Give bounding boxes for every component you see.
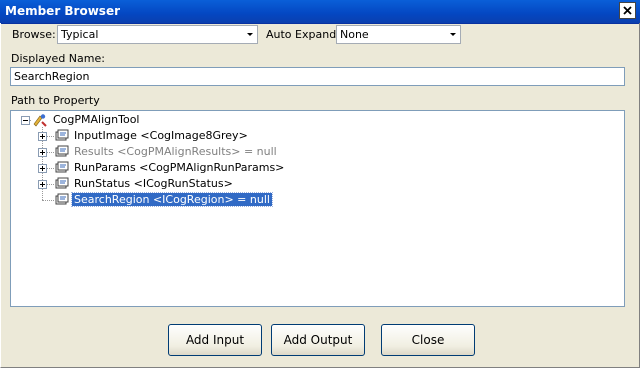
property-icon <box>55 129 69 141</box>
add-input-button[interactable]: Add Input <box>168 324 262 356</box>
window-title: Member Browser <box>5 4 121 18</box>
tree-item-label: Results <CogPMAlignResults> = null <box>74 145 277 158</box>
expand-toggle[interactable] <box>38 132 47 141</box>
displayed-name-value: SearchRegion <box>14 70 90 83</box>
expand-toggle[interactable] <box>38 148 47 157</box>
window-close-button[interactable] <box>619 2 636 19</box>
browse-select[interactable]: Typical <box>57 25 258 44</box>
browse-select-value: Typical <box>61 28 99 41</box>
close-button[interactable]: Close <box>381 324 475 356</box>
title-bar: Member Browser <box>0 0 640 24</box>
auto-expand-select-value: None <box>340 28 369 41</box>
property-icon <box>55 161 69 173</box>
auto-expand-select[interactable]: None <box>336 25 461 44</box>
tree-item-label: RunParams <CogPMAlignRunParams> <box>74 161 285 174</box>
tree-node-root-label: CogPMAlignTool <box>53 113 140 126</box>
tree-connector <box>42 200 54 201</box>
expand-toggle[interactable] <box>38 180 47 189</box>
property-icon <box>55 145 69 157</box>
expand-toggle[interactable] <box>38 164 47 173</box>
browse-label: Browse: <box>12 28 56 41</box>
close-icon <box>623 6 632 15</box>
add-output-button[interactable]: Add Output <box>271 324 365 356</box>
tree-item-label: RunStatus <ICogRunStatus> <box>74 177 233 190</box>
tree-item-label: SearchRegion <ICogRegion> = null <box>71 192 273 207</box>
property-icon <box>55 193 69 205</box>
tree-item-label: InputImage <CogImage8Grey> <box>74 129 248 142</box>
tool-icon <box>33 114 47 127</box>
chevron-down-icon <box>247 33 253 36</box>
chevron-down-icon <box>450 33 456 36</box>
displayed-name-label: Displayed Name: <box>11 52 105 65</box>
displayed-name-input[interactable]: SearchRegion <box>10 67 625 86</box>
property-tree[interactable]: CogPMAlignTool InputImage <CogImage8Grey… <box>10 110 625 307</box>
property-icon <box>55 177 69 189</box>
auto-expand-label: Auto Expand: <box>266 28 340 41</box>
collapse-toggle[interactable] <box>21 116 30 125</box>
path-to-property-label: Path to Property <box>11 94 100 107</box>
